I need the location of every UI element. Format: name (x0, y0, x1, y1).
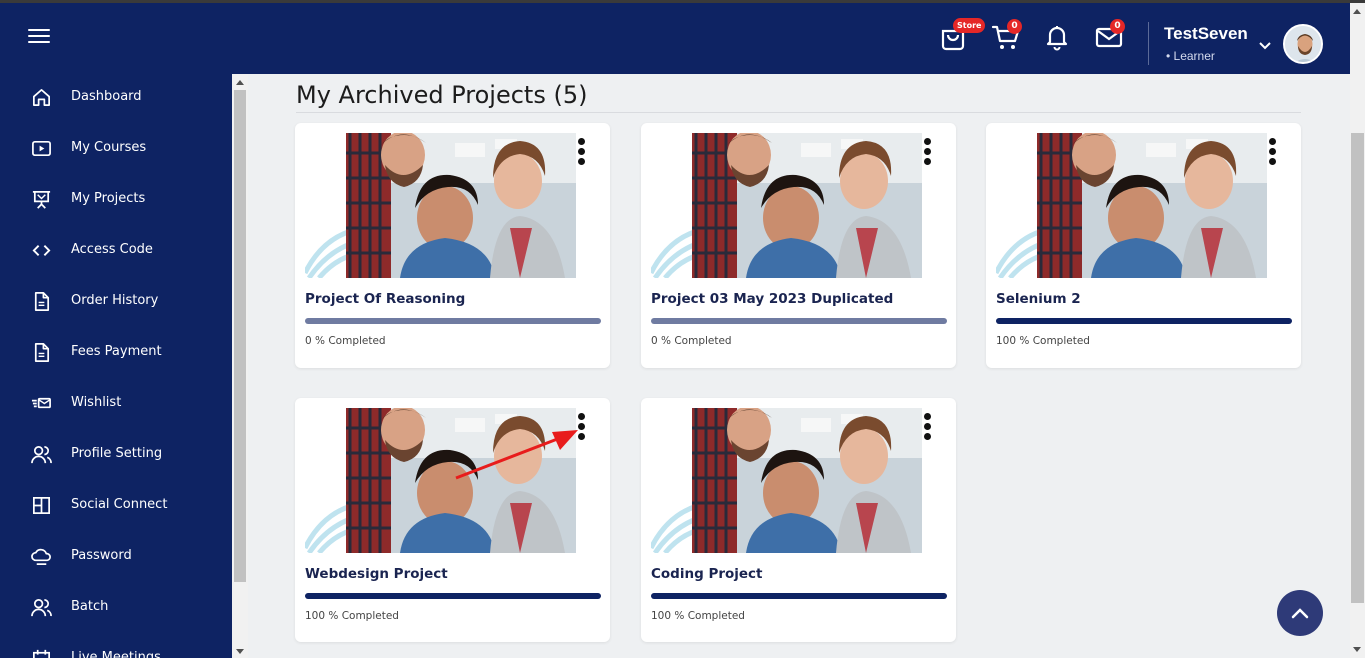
sidebar-item-fees-payment[interactable]: Fees Payment (0, 332, 232, 372)
kebab-menu-icon[interactable] (920, 413, 934, 443)
progress-bar (305, 593, 601, 599)
project-title[interactable]: Project 03 May 2023 Duplicated (651, 291, 893, 307)
scroll-up-arrow-icon[interactable] (1353, 9, 1361, 14)
top-header: Store 0 0 TestSeven • Learner (0, 3, 1350, 74)
project-card[interactable]: Project 03 May 2023 Duplicated 0 % Compl… (641, 123, 956, 368)
project-card[interactable]: Selenium 2 100 % Completed (986, 123, 1301, 368)
document-icon (31, 291, 52, 312)
sidebar-item-password[interactable]: Password (0, 536, 232, 576)
wishlist-icon (31, 393, 52, 414)
home-icon (31, 87, 52, 108)
scroll-down-arrow-icon[interactable] (236, 649, 244, 654)
header-divider (1148, 22, 1149, 65)
scroll-up-arrow-icon[interactable] (236, 80, 244, 85)
code-icon (31, 240, 52, 261)
project-title[interactable]: Webdesign Project (305, 566, 448, 582)
sidebar-item-social-connect[interactable]: Social Connect (0, 485, 232, 525)
calendar-icon (31, 648, 52, 658)
scrollbar-thumb[interactable] (1351, 133, 1364, 603)
play-square-icon (31, 138, 52, 159)
project-thumbnail (651, 133, 923, 278)
store-button[interactable]: Store (938, 18, 986, 52)
sidebar-item-label: Access Code (71, 242, 153, 257)
notifications-button[interactable] (1042, 22, 1072, 52)
progress-label: 0 % Completed (305, 335, 386, 347)
sidebar-item-label: My Courses (71, 140, 147, 155)
sidebar-item-label: Live Meetings (71, 650, 161, 658)
store-badge: Store (953, 18, 986, 33)
scroll-to-top-button[interactable] (1277, 590, 1323, 636)
scroll-down-arrow-icon[interactable] (1353, 647, 1361, 652)
sidebar-item-label: Password (71, 548, 132, 563)
page-title: My Archived Projects (5) (296, 81, 588, 109)
project-thumbnail (996, 133, 1268, 278)
project-card[interactable]: Project Of Reasoning 0 % Completed (295, 123, 610, 368)
progress-label: 100 % Completed (651, 610, 745, 622)
sidebar-item-label: Social Connect (71, 497, 168, 512)
users-icon (31, 597, 52, 618)
cloud-lock-icon (31, 546, 52, 567)
scrollbar-thumb[interactable] (234, 90, 246, 582)
sidebar-scrollbar[interactable] (232, 74, 248, 658)
progress-bar (305, 318, 601, 324)
sidebar-item-label: Fees Payment (71, 344, 162, 359)
messages-button[interactable]: 0 (1094, 19, 1125, 52)
sidebar-item-my-projects[interactable]: My Projects (0, 179, 232, 219)
project-card[interactable]: Coding Project 100 % Completed (641, 398, 956, 642)
sidebar-item-profile-setting[interactable]: Profile Setting (0, 434, 232, 474)
sidebar-item-label: Dashboard (71, 89, 142, 104)
progress-bar (651, 593, 947, 599)
annotation-arrow (455, 430, 578, 480)
progress-label: 100 % Completed (305, 610, 399, 622)
sidebar-item-my-courses[interactable]: My Courses (0, 128, 232, 168)
chevron-up-icon (1291, 608, 1309, 619)
project-title[interactable]: Selenium 2 (996, 291, 1081, 307)
title-divider (296, 112, 1301, 113)
chevron-down-icon[interactable] (1258, 38, 1272, 52)
mail-count-badge: 0 (1110, 19, 1125, 34)
sidebar-item-label: Order History (71, 293, 159, 308)
presentation-icon (31, 189, 52, 210)
user-role: • Learner (1166, 49, 1215, 63)
sidebar-item-label: Profile Setting (71, 446, 163, 461)
kebab-menu-icon[interactable] (574, 138, 588, 168)
progress-label: 100 % Completed (996, 335, 1090, 347)
project-title[interactable]: Project Of Reasoning (305, 291, 465, 307)
kebab-menu-icon[interactable] (1265, 138, 1279, 168)
avatar[interactable] (1283, 24, 1323, 64)
page-scrollbar[interactable] (1350, 3, 1365, 658)
project-title[interactable]: Coding Project (651, 566, 763, 582)
layout-icon (31, 495, 52, 516)
project-thumbnail (651, 408, 923, 553)
sidebar-item-live-meetings[interactable]: Live Meetings (0, 638, 232, 658)
progress-bar (996, 318, 1292, 324)
sidebar-item-order-history[interactable]: Order History (0, 281, 232, 321)
sidebar-item-label: My Projects (71, 191, 146, 206)
sidebar-item-access-code[interactable]: Access Code (0, 230, 232, 270)
user-name[interactable]: TestSeven (1164, 24, 1248, 44)
progress-label: 0 % Completed (651, 335, 732, 347)
hamburger-menu-icon[interactable] (28, 29, 50, 45)
bell-icon (1046, 26, 1068, 51)
document-icon (31, 342, 52, 363)
cart-button[interactable]: 0 (991, 19, 1022, 52)
sidebar-item-wishlist[interactable]: Wishlist (0, 383, 232, 423)
progress-bar (651, 318, 947, 324)
users-icon (31, 444, 52, 465)
cart-count-badge: 0 (1007, 19, 1022, 34)
sidebar-item-label: Wishlist (71, 395, 122, 410)
sidebar-item-batch[interactable]: Batch (0, 587, 232, 627)
sidebar: Dashboard My Courses My Projects Access … (0, 74, 232, 658)
sidebar-item-label: Batch (71, 599, 109, 614)
project-thumbnail (305, 133, 577, 278)
kebab-menu-icon[interactable] (920, 138, 934, 168)
sidebar-item-dashboard[interactable]: Dashboard (0, 77, 232, 117)
